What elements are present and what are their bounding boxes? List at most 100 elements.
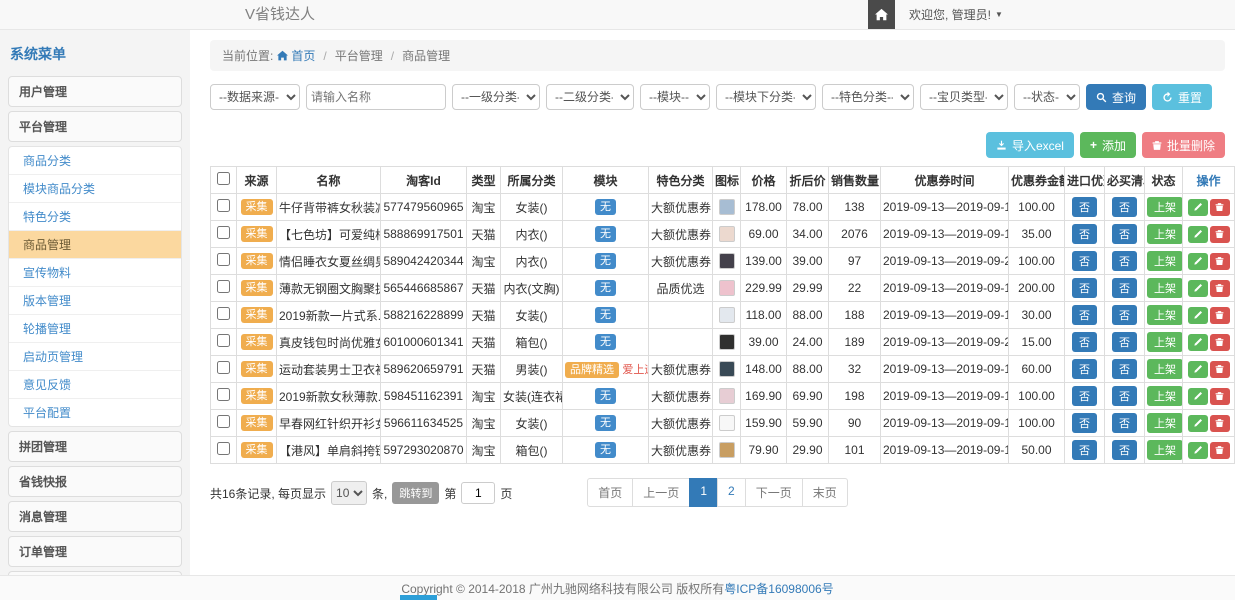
import-select-toggle[interactable]: 否: [1072, 197, 1097, 217]
must-buy-toggle[interactable]: 否: [1112, 224, 1137, 244]
row-checkbox[interactable]: [217, 334, 230, 347]
must-buy-toggle[interactable]: 否: [1112, 251, 1137, 271]
edit-button[interactable]: [1188, 226, 1208, 243]
import-select-toggle[interactable]: 否: [1072, 224, 1097, 244]
status-button[interactable]: 上架: [1147, 305, 1183, 325]
import-select-toggle[interactable]: 否: [1072, 440, 1097, 460]
row-checkbox[interactable]: [217, 280, 230, 293]
reset-button[interactable]: 重置: [1152, 84, 1212, 110]
page-button[interactable]: 2: [717, 478, 746, 507]
icp-link[interactable]: 粤ICP备16098006号: [724, 580, 833, 597]
delete-button[interactable]: [1210, 334, 1230, 351]
data-source-select[interactable]: --数据来源--: [210, 84, 300, 110]
sidebar-item[interactable]: 平台管理: [8, 111, 182, 142]
sidebar-subitem[interactable]: 版本管理: [9, 287, 181, 315]
sidebar-subitem[interactable]: 意见反馈: [9, 371, 181, 399]
select-all-checkbox[interactable]: [217, 172, 230, 185]
import-select-toggle[interactable]: 否: [1072, 251, 1097, 271]
level1-category-select[interactable]: --一级分类--: [452, 84, 540, 110]
search-button[interactable]: 查询: [1086, 84, 1146, 110]
row-checkbox[interactable]: [217, 226, 230, 239]
status-button[interactable]: 上架: [1147, 332, 1183, 352]
sidebar-item[interactable]: 省钱快报: [8, 466, 182, 497]
must-buy-toggle[interactable]: 否: [1112, 197, 1137, 217]
delete-button[interactable]: [1210, 307, 1230, 324]
edit-button[interactable]: [1188, 307, 1208, 324]
sidebar-item[interactable]: 消息管理: [8, 501, 182, 532]
status-button[interactable]: 上架: [1147, 278, 1183, 298]
sidebar-subitem[interactable]: 特色分类: [9, 203, 181, 231]
sidebar-subitem[interactable]: 商品管理: [9, 231, 181, 259]
edit-button[interactable]: [1188, 442, 1208, 459]
pager-last[interactable]: 末页: [802, 478, 848, 507]
must-buy-toggle[interactable]: 否: [1112, 359, 1137, 379]
must-buy-toggle[interactable]: 否: [1112, 386, 1137, 406]
row-checkbox[interactable]: [217, 415, 230, 428]
sidebar-subitem[interactable]: 宣传物料: [9, 259, 181, 287]
edit-button[interactable]: [1188, 199, 1208, 216]
page-size-select[interactable]: 10: [331, 481, 367, 505]
feature-category-select[interactable]: --特色分类--: [822, 84, 914, 110]
delete-button[interactable]: [1210, 226, 1230, 243]
row-checkbox[interactable]: [217, 199, 230, 212]
home-button[interactable]: [868, 0, 895, 29]
delete-button[interactable]: [1210, 388, 1230, 405]
status-button[interactable]: 上架: [1147, 251, 1183, 271]
import-select-toggle[interactable]: 否: [1072, 386, 1097, 406]
delete-button[interactable]: [1210, 415, 1230, 432]
name-input[interactable]: [306, 84, 446, 110]
import-select-toggle[interactable]: 否: [1072, 359, 1097, 379]
module-sub-select[interactable]: --模块下分类--: [716, 84, 816, 110]
sidebar-subitem[interactable]: 启动页管理: [9, 343, 181, 371]
sidebar-item[interactable]: 用户管理: [8, 76, 182, 107]
pager-first[interactable]: 首页: [587, 478, 633, 507]
edit-button[interactable]: [1188, 415, 1208, 432]
edit-button[interactable]: [1188, 361, 1208, 378]
sidebar-item[interactable]: 拼团管理: [8, 431, 182, 462]
delete-button[interactable]: [1210, 253, 1230, 270]
breadcrumb-home-link[interactable]: 首页: [277, 47, 315, 64]
module-select[interactable]: --模块--: [640, 84, 710, 110]
pager-prev[interactable]: 上一页: [632, 478, 690, 507]
edit-button[interactable]: [1188, 334, 1208, 351]
status-button[interactable]: 上架: [1147, 386, 1183, 406]
level2-category-select[interactable]: --二级分类--: [546, 84, 634, 110]
page-button[interactable]: 1: [689, 478, 718, 507]
import-select-toggle[interactable]: 否: [1072, 305, 1097, 325]
edit-button[interactable]: [1188, 280, 1208, 297]
sidebar-subitem[interactable]: 平台配置: [9, 399, 181, 426]
delete-button[interactable]: [1210, 199, 1230, 216]
user-menu[interactable]: 欢迎您, 管理员! ▼: [909, 6, 1003, 23]
row-checkbox[interactable]: [217, 442, 230, 455]
item-type-select[interactable]: --宝贝类型--: [920, 84, 1008, 110]
sidebar-subitem[interactable]: 模块商品分类: [9, 175, 181, 203]
add-button[interactable]: + 添加: [1080, 132, 1136, 158]
import-select-toggle[interactable]: 否: [1072, 332, 1097, 352]
sidebar-subitem[interactable]: 轮播管理: [9, 315, 181, 343]
jump-page-input[interactable]: [461, 482, 495, 504]
status-select[interactable]: --状态--: [1014, 84, 1080, 110]
must-buy-toggle[interactable]: 否: [1112, 413, 1137, 433]
scrollbar-thumb[interactable]: [400, 595, 437, 600]
import-excel-button[interactable]: 导入excel: [986, 132, 1074, 158]
import-select-toggle[interactable]: 否: [1072, 413, 1097, 433]
jump-button[interactable]: 跳转到: [392, 482, 439, 504]
edit-button[interactable]: [1188, 253, 1208, 270]
must-buy-toggle[interactable]: 否: [1112, 440, 1137, 460]
delete-button[interactable]: [1210, 361, 1230, 378]
sidebar-subitem[interactable]: 商品分类: [9, 147, 181, 175]
must-buy-toggle[interactable]: 否: [1112, 278, 1137, 298]
status-button[interactable]: 上架: [1147, 197, 1183, 217]
delete-button[interactable]: [1210, 442, 1230, 459]
edit-button[interactable]: [1188, 388, 1208, 405]
status-button[interactable]: 上架: [1147, 359, 1183, 379]
row-checkbox[interactable]: [217, 388, 230, 401]
must-buy-toggle[interactable]: 否: [1112, 305, 1137, 325]
status-button[interactable]: 上架: [1147, 224, 1183, 244]
row-checkbox[interactable]: [217, 361, 230, 374]
row-checkbox[interactable]: [217, 253, 230, 266]
status-button[interactable]: 上架: [1147, 440, 1183, 460]
pager-next[interactable]: 下一页: [745, 478, 803, 507]
batch-delete-button[interactable]: 批量删除: [1142, 132, 1225, 158]
row-checkbox[interactable]: [217, 307, 230, 320]
